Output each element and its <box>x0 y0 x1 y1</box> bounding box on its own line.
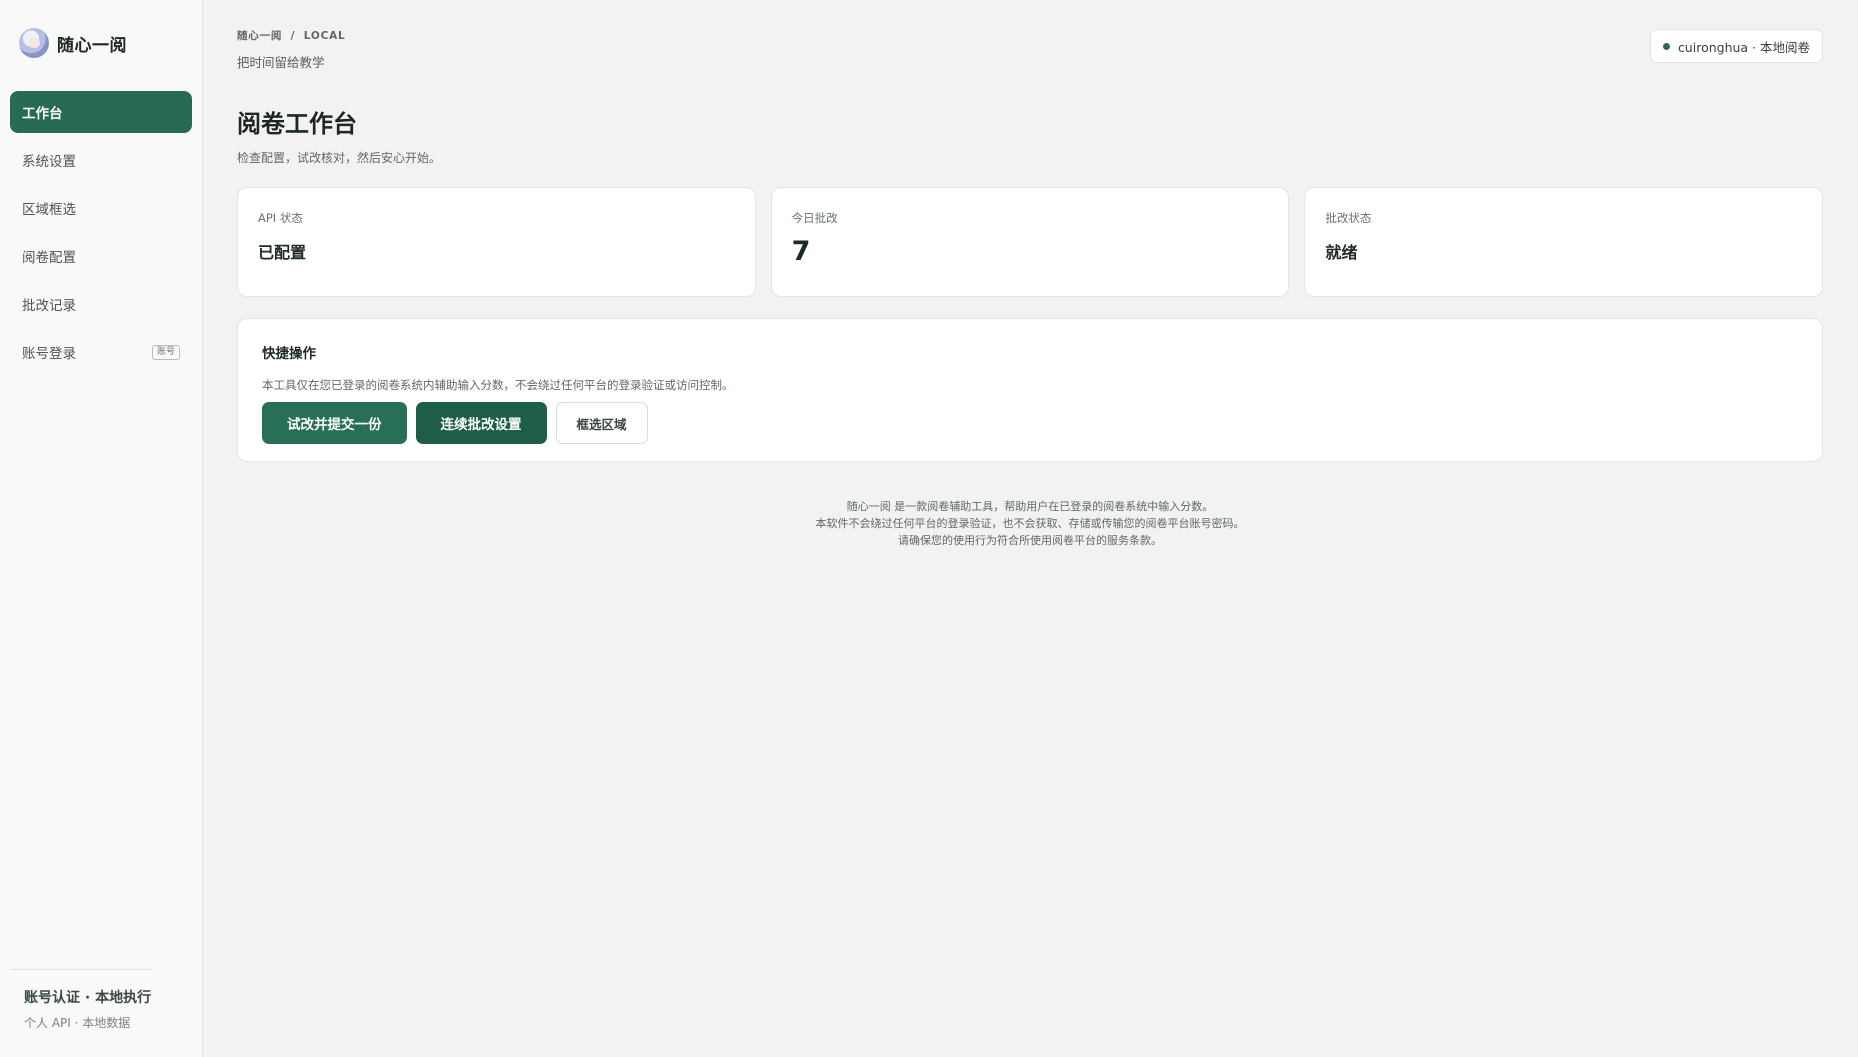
header-left: 随心一阅 / LOCAL 把时间留给教学 <box>237 28 346 71</box>
app-logo-icon <box>19 28 49 58</box>
sidebar-footer-subtitle: 个人 API · 本地数据 <box>24 1016 131 1030</box>
quick-actions-panel: 快捷操作 本工具仅在您已登录的阅卷系统内辅助输入分数，不会绕过任何平台的登录验证… <box>237 318 1823 462</box>
disclaimer-line: 随心一阅 是一款阅卷辅助工具，帮助用户在已登录的阅卷系统中输入分数。 <box>846 500 1214 513</box>
select-region-button[interactable]: 框选区域 <box>555 402 648 444</box>
sidebar-footer: 账号认证 · 本地执行 个人 API · 本地数据 <box>24 987 151 1031</box>
brand: 随心一阅 <box>10 0 192 86</box>
stat-card-api-status: API 状态 已配置 <box>237 187 756 297</box>
page-subtitle: 检查配置，试改核对，然后安心开始。 <box>237 151 442 165</box>
disclaimer: 随心一阅 是一款阅卷辅助工具，帮助用户在已登录的阅卷系统中输入分数。 本软件不会… <box>237 498 1823 549</box>
sidebar-item-grading-config[interactable]: 阅卷配置 <box>10 235 192 277</box>
stat-card-grading-status: 批改状态 就绪 <box>1304 187 1824 297</box>
breadcrumb-item: LOCAL <box>303 30 346 42</box>
stat-value: 就绪 <box>1325 243 1358 262</box>
account-badge: 账号 <box>151 344 180 360</box>
disclaimer-line: 请确保您的使用行为符合所使用阅卷平台的服务条款。 <box>898 534 1162 547</box>
stat-label: API 状态 <box>258 211 303 225</box>
quick-actions-description: 本工具仅在您已登录的阅卷系统内辅助输入分数，不会绕过任何平台的登录验证或访问控制… <box>262 378 734 392</box>
stat-value: 已配置 <box>258 243 307 262</box>
user-chip-label: cuironghua · 本地阅卷 <box>1677 39 1810 55</box>
trial-submit-button[interactable]: 试改并提交一份 <box>262 402 407 444</box>
sidebar-item-workbench[interactable]: 工作台 <box>10 91 192 133</box>
app-root: 随心一阅 工作台 系统设置 区域框选 阅卷配置 批改记录 账号登录 账号 账号认… <box>0 0 1858 1057</box>
quick-actions-title: 快捷操作 <box>262 346 316 362</box>
breadcrumb: 随心一阅 / LOCAL <box>237 28 346 43</box>
header-slogan: 把时间留给教学 <box>237 55 325 70</box>
sidebar-item-label: 阅卷配置 <box>22 250 76 266</box>
continuous-grading-settings-button[interactable]: 连续批改设置 <box>415 402 547 444</box>
app-name: 随心一阅 <box>57 35 127 56</box>
sidebar: 随心一阅 工作台 系统设置 区域框选 阅卷配置 批改记录 账号登录 账号 账号认… <box>0 0 203 1057</box>
topbar: 随心一阅 / LOCAL 把时间留给教学 cuironghua · 本地阅卷 <box>237 0 1823 71</box>
sidebar-nav: 工作台 系统设置 区域框选 阅卷配置 批改记录 账号登录 账号 <box>10 91 192 373</box>
sidebar-item-label: 批改记录 <box>22 298 76 314</box>
stat-card-today-graded: 今日批改 7 <box>770 187 1290 297</box>
breadcrumb-item[interactable]: 随心一阅 <box>237 30 282 42</box>
sidebar-item-label: 区域框选 <box>22 202 76 218</box>
sidebar-item-settings[interactable]: 系统设置 <box>10 139 192 181</box>
breadcrumb-separator: / <box>290 30 296 42</box>
sidebar-item-grading-records[interactable]: 批改记录 <box>10 283 192 325</box>
stats-row: API 状态 已配置 今日批改 7 批改状态 就绪 <box>237 187 1824 297</box>
sidebar-item-label: 系统设置 <box>22 154 76 170</box>
user-status-chip[interactable]: cuironghua · 本地阅卷 <box>1649 29 1823 63</box>
stat-label: 批改状态 <box>1325 211 1372 225</box>
sidebar-item-label: 工作台 <box>22 106 63 122</box>
disclaimer-line: 本软件不会绕过任何平台的登录验证，也不会获取、存储或传输您的阅卷平台账号密码。 <box>815 517 1245 530</box>
sidebar-divider <box>10 969 152 970</box>
stat-label: 今日批改 <box>791 211 838 225</box>
status-dot-icon <box>1662 42 1670 50</box>
main-content: 随心一阅 / LOCAL 把时间留给教学 cuironghua · 本地阅卷 阅… <box>203 0 1858 1057</box>
sidebar-item-account-login[interactable]: 账号登录 账号 <box>10 331 192 373</box>
sidebar-footer-title: 账号认证 · 本地执行 <box>24 990 152 1006</box>
quick-actions-buttons: 试改并提交一份 连续批改设置 框选区域 <box>262 402 1798 444</box>
stat-value: 7 <box>791 236 811 267</box>
page-title: 阅卷工作台 <box>237 110 357 138</box>
sidebar-item-region-select[interactable]: 区域框选 <box>10 187 192 229</box>
sidebar-item-label: 账号登录 <box>22 346 76 362</box>
